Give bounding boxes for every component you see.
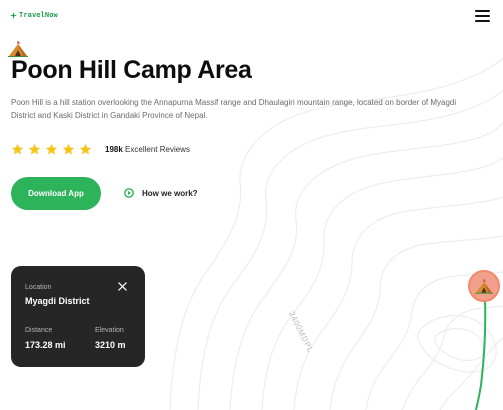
star-icon xyxy=(79,143,92,155)
location-label: Location xyxy=(25,284,52,291)
distance-value: 173.28 mi xyxy=(25,340,66,350)
download-app-button[interactable]: Download App xyxy=(11,177,101,210)
elevation-label: Elevation xyxy=(95,327,124,334)
star-rating xyxy=(11,143,92,156)
star-icon xyxy=(28,143,41,155)
review-label: Excellent Reviews xyxy=(125,145,190,154)
distance-stat: Distance 173.28 mi xyxy=(25,327,66,350)
star-icon xyxy=(45,143,58,155)
location-value: Myagdi District xyxy=(25,296,90,306)
spark-icon xyxy=(10,11,17,19)
star-icon xyxy=(62,143,75,155)
brand-name: TravelNow xyxy=(19,11,58,19)
place-description: Poon Hill is a hill station overlooking … xyxy=(11,98,457,120)
tent-icon xyxy=(475,278,493,294)
page-title: Poon Hill Camp Area xyxy=(11,56,252,84)
tent-icon xyxy=(8,41,28,57)
rating-row: 198k Excellent Reviews xyxy=(11,143,190,156)
hamburger-menu-icon[interactable] xyxy=(475,10,490,22)
top-header: TravelNow xyxy=(0,0,503,32)
brand-logo[interactable]: TravelNow xyxy=(10,11,58,19)
how-we-work-label: How we work? xyxy=(142,188,198,198)
review-count: 198k xyxy=(105,145,123,154)
star-icon xyxy=(11,143,24,155)
elevation-stat: Elevation 3210 m xyxy=(95,327,126,350)
distance-label: Distance xyxy=(25,327,53,334)
elevation-value: 3210 m xyxy=(95,340,126,350)
camp-map-pin[interactable] xyxy=(468,270,500,302)
how-we-work-link[interactable]: How we work? xyxy=(124,188,198,198)
play-circle-icon xyxy=(124,188,134,198)
review-summary: 198k Excellent Reviews xyxy=(105,145,190,154)
close-icon[interactable] xyxy=(118,282,127,291)
